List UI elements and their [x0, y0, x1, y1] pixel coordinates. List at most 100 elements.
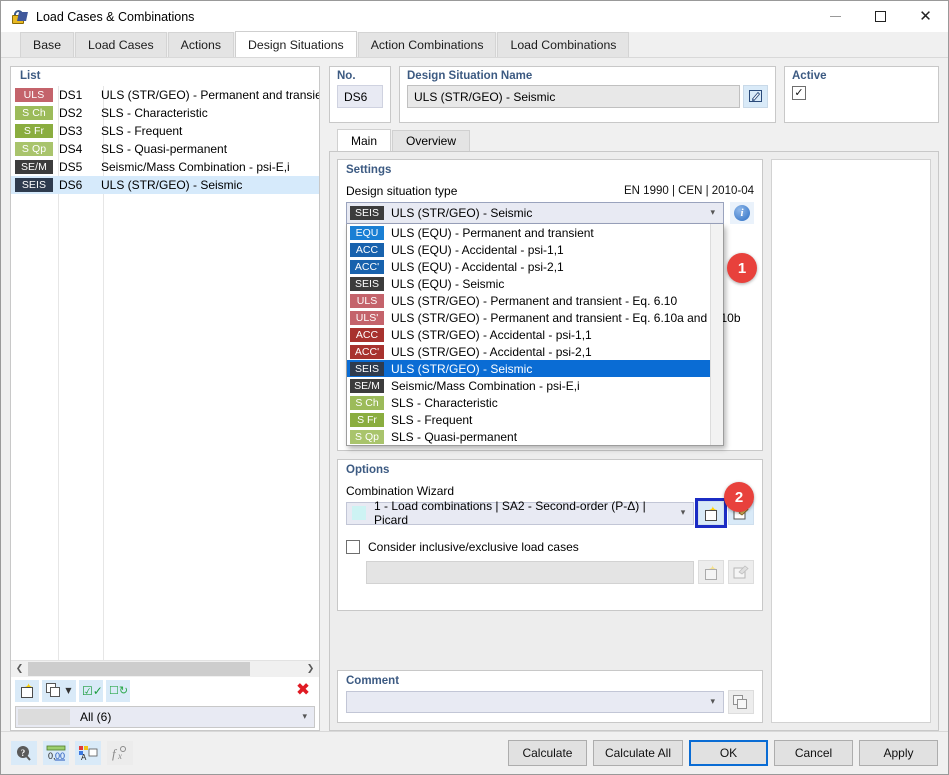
filter-label: All (6)	[80, 710, 112, 724]
badge: S Fr	[350, 412, 384, 427]
tab-overview[interactable]: Overview	[392, 130, 471, 151]
select-all-button[interactable]: ☑✓	[79, 679, 103, 702]
dropdown-option[interactable]: ULS ULS (STR/GEO) - Permanent and transie…	[347, 292, 723, 309]
chevron-down-icon: ▾	[680, 508, 686, 518]
list-item[interactable]: SE/M DS5 Seismic/Mass Combination - psi-…	[11, 158, 319, 176]
list-horizontal-scrollbar[interactable]: ❮ ❯	[11, 660, 319, 677]
tab-load-combinations[interactable]: Load Combinations	[497, 32, 630, 57]
design-situation-type-dropdown[interactable]: SEIS ULS (STR/GEO) - Seismic ▾ EQU ULS (E…	[346, 202, 741, 446]
list-item[interactable]: S Ch DS2 SLS - Characteristic	[11, 104, 319, 122]
cancel-button[interactable]: Cancel	[774, 740, 853, 766]
dropdown-option[interactable]: ACC ULS (STR/GEO) - Accidental - psi-1,1	[347, 326, 723, 343]
comment-input[interactable]: ▾	[346, 691, 724, 713]
info-button[interactable]: i	[730, 202, 754, 224]
dropdown-option[interactable]: S Ch SLS - Characteristic	[347, 394, 723, 411]
close-button[interactable]: ✕	[903, 1, 948, 32]
tab-load-cases[interactable]: Load Cases	[75, 32, 167, 57]
copy-icon	[733, 694, 749, 710]
dropdown-option[interactable]: SE/M Seismic/Mass Combination - psi-E,i	[347, 377, 723, 394]
option-text: Seismic/Mass Combination - psi-E,i	[391, 378, 580, 393]
tab-design-situations[interactable]: Design Situations	[235, 31, 357, 57]
scroll-right-icon[interactable]: ❯	[302, 661, 319, 677]
units-icon: 0, 00	[46, 745, 66, 761]
list-filter-combo[interactable]: All (6) ▾	[15, 706, 315, 728]
window-controls: ✕	[813, 1, 948, 32]
scroll-left-icon[interactable]: ❮	[11, 661, 28, 677]
ok-button[interactable]: OK	[689, 740, 768, 766]
dropdown-option[interactable]: S Qp SLS - Quasi-permanent	[347, 428, 723, 445]
new-document-icon: ✦	[19, 682, 35, 698]
svg-text:A: A	[81, 753, 87, 761]
dropdown-option[interactable]: S Fr SLS - Frequent	[347, 411, 723, 428]
comment-row: ▾	[346, 690, 754, 714]
title-bar: Load Cases & Combinations ✕	[1, 1, 948, 32]
scroll-track[interactable]	[28, 661, 302, 677]
option-text: ULS (EQU) - Accidental - psi-1,1	[391, 242, 564, 257]
ds-name: Seismic/Mass Combination - psi-E,i	[101, 160, 290, 174]
active-field-group: Active ✓	[784, 66, 939, 123]
badge: S Ch	[15, 106, 53, 120]
list-item-selected[interactable]: SEIS DS6 ULS (STR/GEO) - Seismic	[11, 176, 319, 194]
list-item[interactable]: S Qp DS4 SLS - Quasi-permanent	[11, 140, 319, 158]
badge: SE/M	[350, 378, 384, 393]
tab-main[interactable]: Main	[337, 129, 392, 151]
units-button[interactable]: 0, 00	[43, 741, 69, 765]
rename-icon	[748, 90, 762, 102]
ds-name: SLS - Characteristic	[101, 106, 208, 120]
badge: SEIS	[350, 276, 384, 291]
dropdown-option[interactable]: ULS' ULS (STR/GEO) - Permanent and transi…	[347, 309, 741, 326]
minimize-button[interactable]	[813, 1, 858, 32]
tab-actions[interactable]: Actions	[167, 32, 234, 57]
option-text: ULS (EQU) - Accidental - psi-2,1	[391, 259, 564, 274]
invert-selection-button[interactable]: ☐↻	[106, 679, 130, 702]
inner-tab-strip: Main Overview	[329, 129, 939, 151]
list-rows: ULS DS1 ULS (STR/GEO) - Permanent and tr…	[11, 86, 319, 660]
maximize-button[interactable]	[858, 1, 903, 32]
combination-wizard-label: Combination Wizard	[346, 484, 455, 498]
info-icon: i	[734, 205, 750, 221]
calculate-all-button[interactable]: Calculate All	[592, 740, 683, 766]
consider-load-cases-checkbox[interactable]	[346, 540, 360, 554]
list-item[interactable]: ULS DS1 ULS (STR/GEO) - Permanent and tr…	[11, 86, 319, 104]
comment-copy-button[interactable]	[728, 690, 754, 714]
dropdown-scrollbar[interactable]	[710, 224, 723, 445]
calculate-button[interactable]: Calculate	[507, 740, 587, 766]
scroll-thumb[interactable]	[28, 662, 250, 676]
comment-group: Comment ▾	[337, 670, 763, 723]
rename-button[interactable]	[743, 85, 768, 108]
dropdown-option[interactable]: ACC' ULS (EQU) - Accidental - psi-2,1	[347, 258, 723, 275]
new-combination-wizard-button[interactable]: ✦	[695, 498, 728, 528]
option-text: SLS - Frequent	[391, 412, 473, 427]
apply-button[interactable]: Apply	[859, 740, 938, 766]
dropdown-option-selected[interactable]: SEIS ULS (STR/GEO) - Seismic	[347, 360, 723, 377]
options-group: Options Combination Wizard 1 - Load comb…	[337, 459, 763, 611]
dropdown-option[interactable]: EQU ULS (EQU) - Permanent and transient	[347, 224, 723, 241]
consider-new-button: ✦	[698, 560, 724, 584]
badge: SEIS	[350, 361, 384, 376]
list-item[interactable]: S Fr DS3 SLS - Frequent	[11, 122, 319, 140]
badge: S Qp	[15, 142, 53, 156]
design-situation-name-input[interactable]: ULS (STR/GEO) - Seismic	[407, 85, 740, 108]
badge: ACC	[350, 242, 384, 257]
dropdown-option[interactable]: SEIS ULS (EQU) - Seismic	[347, 275, 723, 292]
dropdown-option[interactable]: ACC' ULS (STR/GEO) - Accidental - psi-2,1	[347, 343, 723, 360]
content-area: List ULS DS1 ULS (STR/GEO) - Permanent a…	[1, 58, 948, 731]
main-tab-strip: Base Load Cases Actions Design Situation…	[1, 31, 948, 58]
main-tab-panel: Settings Design situation type EN 1990 |…	[329, 151, 939, 731]
copy-design-situation-button[interactable]: ▼	[42, 679, 76, 702]
detail-panel: No. DS6 Design Situation Name ULS (STR/G…	[329, 66, 939, 731]
tab-action-combinations[interactable]: Action Combinations	[357, 32, 497, 57]
delete-button[interactable]: ✖	[291, 680, 315, 702]
no-label: No.	[337, 70, 356, 82]
window-title: Load Cases & Combinations	[36, 9, 195, 24]
tab-base[interactable]: Base	[20, 32, 75, 57]
dropdown-selected-value[interactable]: SEIS ULS (STR/GEO) - Seismic ▾	[346, 202, 724, 224]
formula-button[interactable]: f x	[107, 741, 133, 765]
new-design-situation-button[interactable]: ✦	[15, 679, 39, 702]
display-properties-icon: A	[79, 746, 98, 761]
help-button[interactable]: ?	[11, 741, 37, 765]
dropdown-option[interactable]: ACC ULS (EQU) - Accidental - psi-1,1	[347, 241, 723, 258]
combination-wizard-combo[interactable]: 1 - Load combinations | SA2 - Second-ord…	[346, 499, 695, 527]
display-properties-button[interactable]: A	[75, 741, 101, 765]
active-checkbox[interactable]: ✓	[792, 85, 806, 100]
